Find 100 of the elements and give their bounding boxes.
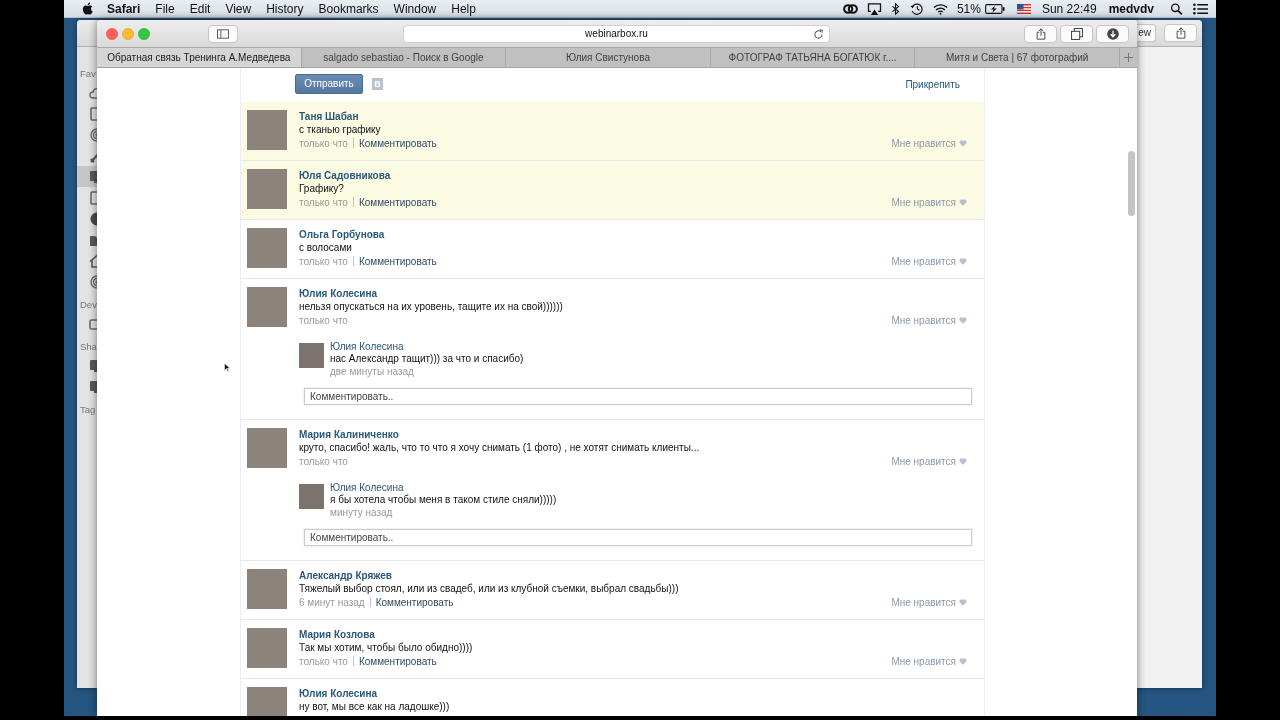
rings-icon: [89, 127, 97, 142]
author-name[interactable]: Юлия Колесина: [299, 688, 378, 699]
apple-icon[interactable]: [82, 2, 93, 15]
wifi-icon[interactable]: [932, 2, 948, 15]
comment-text: круто, спасибо! жаль, что то что я хочу снимать (1 фото) , не хотят снимать клиенты...: [299, 441, 700, 454]
heart-icon: [959, 657, 967, 665]
download-icon: [1106, 27, 1119, 40]
battery-icon[interactable]: [984, 3, 1005, 14]
timestamp: только что: [299, 195, 348, 209]
close-icon[interactable]: [106, 27, 118, 40]
heart-icon: [959, 139, 967, 147]
heart-icon: [959, 198, 967, 206]
heart-icon: [959, 598, 967, 606]
heart-icon: [959, 316, 967, 324]
house-icon: [89, 253, 97, 268]
timestamp: только что: [299, 254, 348, 268]
menu-item[interactable]: Window: [393, 0, 437, 17]
toolbar-button[interactable]: ew: [1137, 24, 1156, 42]
reply-text: нас Александр тащит))) за что и спасибо): [330, 353, 524, 365]
airplay-icon[interactable]: [866, 2, 882, 15]
author-name[interactable]: Мария Козлова: [299, 629, 375, 640]
menu-item[interactable]: Edit: [189, 0, 211, 17]
sidebar-heading: Tag: [80, 404, 96, 415]
sidebar-icon: [217, 27, 229, 40]
timestamp: только что: [299, 136, 348, 150]
reload-icon[interactable]: [813, 28, 824, 40]
timestamp: только что: [299, 454, 348, 468]
scrollbar-thumb[interactable]: [1128, 151, 1135, 216]
menu-item[interactable]: View: [225, 0, 252, 17]
send-button[interactable]: Отправить: [295, 74, 363, 94]
sidebar-heading: Fav: [80, 68, 96, 79]
comment-link[interactable]: Комментировать: [358, 195, 437, 209]
app-menu[interactable]: Safari: [107, 0, 141, 17]
comment-link[interactable]: Комментировать: [358, 254, 437, 268]
share-icon: [1034, 27, 1047, 40]
menu-item[interactable]: Help: [451, 0, 476, 17]
menu-item[interactable]: Bookmarks: [318, 0, 379, 17]
sidebar-heading: Dev: [80, 299, 97, 310]
heart-icon: [959, 457, 967, 465]
address-field[interactable]: webinarbox.ru: [403, 24, 830, 43]
timestamp: только что: [299, 313, 348, 327]
user-name[interactable]: medvdv: [1108, 0, 1154, 17]
reply-author-name[interactable]: Юлия Колесина: [330, 341, 404, 352]
comment-text: нельзя опускаться на их уровень, тащите их на свой)))))): [299, 300, 563, 313]
cloud-icon: [89, 85, 97, 100]
browser-tab[interactable]: ФОТОГРАФ ТАТЬЯНА БОГАТЮК г....: [709, 48, 915, 67]
downloads-button[interactable]: [1096, 24, 1129, 43]
tabs-icon: [1070, 27, 1083, 40]
sidebar-button[interactable]: [208, 24, 238, 43]
monitor-icon: [89, 379, 97, 394]
rings-icon: [89, 274, 97, 289]
flag-icon[interactable]: [1016, 3, 1031, 14]
browser-tab[interactable]: Юлия Свистунова: [505, 48, 710, 67]
author-name[interactable]: Александр Кряжев: [299, 570, 392, 581]
menu-item[interactable]: History: [266, 0, 304, 17]
comment-link[interactable]: Комментировать: [358, 654, 437, 668]
comment-text: Так мы хотим, чтобы было обидно)))): [299, 641, 473, 654]
monitor-icon: [89, 169, 97, 184]
timestamp: две минуты назад: [330, 365, 414, 379]
sidebar-item[interactable]: [77, 166, 97, 187]
comment-text: ну вот, мы все как на ладошке))): [299, 700, 450, 713]
clock-icon[interactable]: [908, 2, 924, 15]
list-icon[interactable]: [1193, 2, 1208, 15]
browser-tab[interactable]: salgado sebastiao - Поиск в Google: [300, 48, 506, 67]
comment-link[interactable]: Комментировать: [375, 595, 454, 609]
comment-field[interactable]: Комментировать..: [304, 529, 972, 546]
comment-text: с тканью графику: [299, 123, 381, 136]
share-icon: [1174, 27, 1187, 39]
author-name[interactable]: Юлия Колесина: [299, 288, 378, 299]
comment-field[interactable]: Комментировать..: [304, 388, 972, 405]
document-icon: [89, 106, 97, 121]
author-name[interactable]: Таня Шабан: [299, 111, 359, 122]
share-button[interactable]: [1164, 24, 1197, 42]
battery-percent: 51%: [956, 0, 981, 17]
tabs-button[interactable]: [1060, 24, 1093, 43]
plus-icon: [1123, 53, 1133, 62]
loop-icon[interactable]: [842, 2, 858, 15]
timestamp: только что: [299, 654, 348, 668]
heart-icon: [959, 257, 967, 265]
comment-text: Тяжелый выбор стоял, или из свадеб, или из клубной съемки, выбрал свадьбы))): [299, 582, 679, 595]
sidebar-heading: Sha: [80, 341, 97, 352]
drive-icon: [89, 316, 97, 331]
clock-text[interactable]: Sun 22:49: [1041, 0, 1097, 17]
comment-link[interactable]: Комментировать: [358, 136, 437, 150]
monitor-icon: [89, 358, 97, 373]
menu-item[interactable]: File: [155, 0, 175, 17]
reply-text: я бы хотела чтобы меня в таком стиле сняли))))): [330, 494, 557, 506]
comment-text: Графику?: [299, 182, 344, 195]
reply-author-name[interactable]: Юлия Колесина: [330, 482, 404, 493]
author-name[interactable]: Мария Калиниченко: [299, 429, 399, 440]
search-icon[interactable]: [1169, 2, 1184, 15]
bluetooth-icon[interactable]: [890, 2, 900, 15]
timestamp: минуту назад: [330, 506, 393, 520]
comment-text: с волосами: [299, 241, 352, 254]
browser-tab[interactable]: Обратная связь Тренинга А.Медведева: [97, 48, 301, 67]
author-name[interactable]: Ольга Горбунова: [299, 229, 385, 240]
attach-link[interactable]: Прикрепить: [905, 77, 960, 91]
cursor-icon: [224, 363, 230, 372]
browser-tab[interactable]: Митя и Света | 67 фотографий: [914, 48, 1119, 67]
author-name[interactable]: Юля Садовникова: [299, 170, 391, 181]
